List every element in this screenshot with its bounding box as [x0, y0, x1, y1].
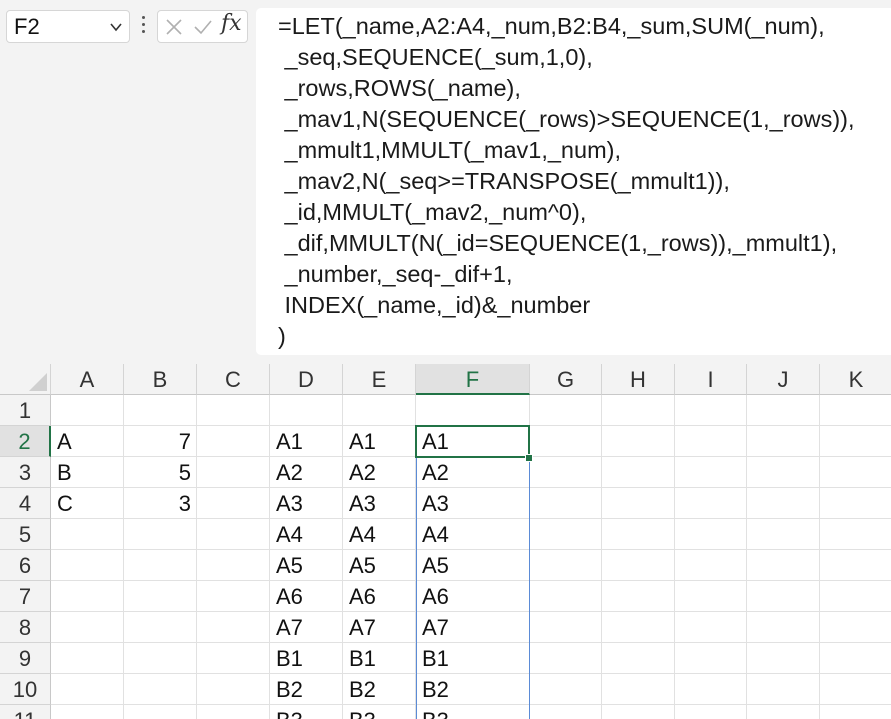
- row-header-10[interactable]: 10: [0, 674, 51, 705]
- cell-d8[interactable]: A7: [270, 612, 343, 643]
- cell-e5[interactable]: A4: [343, 519, 416, 550]
- column-header-k[interactable]: K: [820, 364, 891, 395]
- row-header-7[interactable]: 7: [0, 581, 51, 612]
- row-header-9[interactable]: 9: [0, 643, 51, 674]
- cell-e8[interactable]: A7: [343, 612, 416, 643]
- insert-function-icon[interactable]: fx: [221, 11, 242, 36]
- row-header-8[interactable]: 8: [0, 612, 51, 643]
- cell-d7[interactable]: A6: [270, 581, 343, 612]
- cell-d6[interactable]: A5: [270, 550, 343, 581]
- cell-b2[interactable]: 7: [124, 426, 197, 457]
- fill-handle[interactable]: [525, 454, 533, 462]
- enter-icon[interactable]: [193, 18, 213, 36]
- row-header-11[interactable]: 11: [0, 705, 51, 719]
- select-all-button[interactable]: [0, 364, 51, 395]
- cell-d4[interactable]: A3: [270, 488, 343, 519]
- column-header-f[interactable]: F: [416, 364, 530, 395]
- cell-a4[interactable]: C: [51, 488, 124, 519]
- cell-b4[interactable]: 3: [124, 488, 197, 519]
- formula-input[interactable]: =LET(_name,A2:A4,_num,B2:B4,_sum,SUM(_nu…: [256, 8, 891, 355]
- column-header-j[interactable]: J: [747, 364, 820, 395]
- formula-text: =LET(_name,A2:A4,_num,B2:B4,_sum,SUM(_nu…: [278, 13, 855, 349]
- cell-a2[interactable]: A: [51, 426, 124, 457]
- row-header-2[interactable]: 2: [0, 426, 51, 457]
- row-header-4[interactable]: 4: [0, 488, 51, 519]
- cell-d2[interactable]: A1: [270, 426, 343, 457]
- row-header-3[interactable]: 3: [0, 457, 51, 488]
- column-header-a[interactable]: A: [51, 364, 124, 395]
- more-options-icon[interactable]: [140, 16, 148, 38]
- cell-d3[interactable]: A2: [270, 457, 343, 488]
- active-cell-border[interactable]: [415, 425, 530, 458]
- cell-e9[interactable]: B1: [343, 643, 416, 674]
- gridline: [601, 395, 602, 719]
- column-header-g[interactable]: G: [530, 364, 602, 395]
- column-header-h[interactable]: H: [602, 364, 675, 395]
- spill-range-border: [416, 426, 530, 719]
- chevron-down-icon[interactable]: [109, 20, 123, 34]
- formula-controls: fx: [157, 10, 248, 43]
- name-box-value: F2: [14, 14, 40, 39]
- row-header-1[interactable]: 1: [0, 395, 51, 426]
- cell-d10[interactable]: B2: [270, 674, 343, 705]
- column-header-e[interactable]: E: [343, 364, 416, 395]
- column-header-c[interactable]: C: [197, 364, 270, 395]
- cell-e7[interactable]: A6: [343, 581, 416, 612]
- cell-e10[interactable]: B2: [343, 674, 416, 705]
- column-header-b[interactable]: B: [124, 364, 197, 395]
- cell-e4[interactable]: A3: [343, 488, 416, 519]
- spreadsheet-grid: ABCDEFGHIJK1234567891011ABC753A1A2A3A4A5…: [0, 364, 891, 719]
- cancel-icon[interactable]: [165, 18, 183, 36]
- gridline: [746, 395, 747, 719]
- cell-e11[interactable]: B3: [343, 705, 416, 719]
- cell-d9[interactable]: B1: [270, 643, 343, 674]
- cell-a3[interactable]: B: [51, 457, 124, 488]
- cell-d11[interactable]: B3: [270, 705, 343, 719]
- cell-e2[interactable]: A1: [343, 426, 416, 457]
- name-box[interactable]: F2: [6, 10, 130, 43]
- row-header-5[interactable]: 5: [0, 519, 51, 550]
- cell-e6[interactable]: A5: [343, 550, 416, 581]
- cell-e3[interactable]: A2: [343, 457, 416, 488]
- cell-d5[interactable]: A4: [270, 519, 343, 550]
- formula-bar-area: F2 fx =LET(_name,A2:A4,_num,B2:B4,_sum,S…: [0, 0, 891, 362]
- column-header-d[interactable]: D: [270, 364, 343, 395]
- cell-b3[interactable]: 5: [124, 457, 197, 488]
- gridline: [819, 395, 820, 719]
- row-header-6[interactable]: 6: [0, 550, 51, 581]
- gridline: [674, 395, 675, 719]
- column-header-i[interactable]: I: [675, 364, 747, 395]
